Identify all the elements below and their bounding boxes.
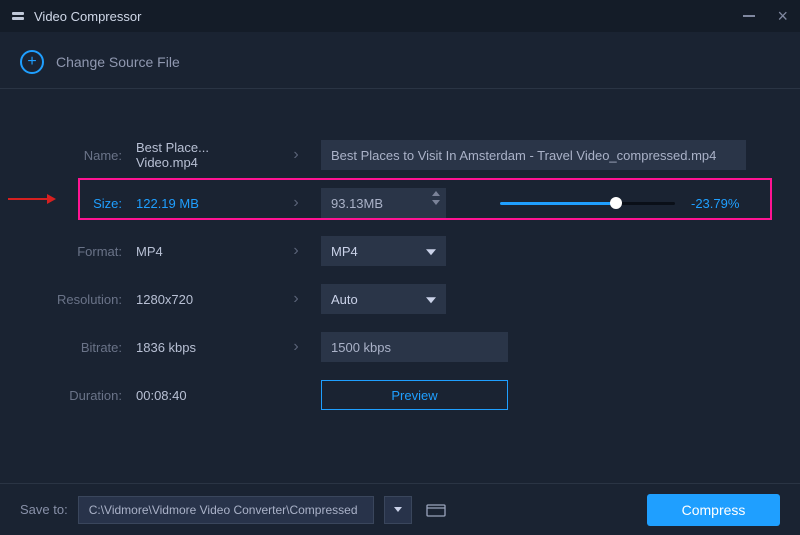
row-duration: Duration: 00:08:40 › Preview <box>30 373 770 417</box>
chevron-right-icon: › <box>285 290 307 308</box>
slider-fill <box>500 202 616 205</box>
compress-button[interactable]: Compress <box>647 494 780 526</box>
saveto-path[interactable]: C:\Vidmore\Vidmore Video Converter\Compr… <box>78 496 374 524</box>
close-button[interactable]: × <box>777 7 788 25</box>
stepper-up-icon[interactable] <box>432 191 440 196</box>
size-stepper[interactable] <box>321 188 446 218</box>
footer: Save to: C:\Vidmore\Vidmore Video Conver… <box>0 483 800 535</box>
titlebar-left: Video Compressor <box>12 9 141 24</box>
stepper-down-icon[interactable] <box>432 200 440 205</box>
row-name: Name: Best Place... Video.mp4 › <box>30 133 770 177</box>
resolution-selected[interactable]: Auto <box>321 284 446 314</box>
row-resolution: Resolution: 1280x720 › Auto <box>30 277 770 321</box>
size-target-input[interactable] <box>321 188 446 218</box>
minimize-button[interactable] <box>743 15 755 17</box>
name-source-value: Best Place... Video.mp4 <box>136 140 271 170</box>
saveto-dropdown-button[interactable] <box>384 496 412 524</box>
annotation-arrow-icon <box>8 195 56 203</box>
chevron-right-icon: › <box>285 338 307 356</box>
row-bitrate: Bitrate: 1836 kbps › <box>30 325 770 369</box>
resolution-label: Resolution: <box>30 292 122 307</box>
format-source-value: MP4 <box>136 244 271 259</box>
change-source-row[interactable]: + Change Source File <box>0 32 800 89</box>
chevron-right-icon: › <box>285 242 307 260</box>
preview-button[interactable]: Preview <box>321 380 508 410</box>
row-format: Format: MP4 › MP4 <box>30 229 770 273</box>
chevron-right-icon: › <box>285 194 307 212</box>
bitrate-target-input[interactable] <box>321 332 508 362</box>
format-label: Format: <box>30 244 122 259</box>
name-label: Name: <box>30 148 122 163</box>
bitrate-label: Bitrate: <box>30 340 122 355</box>
row-size: Size: 122.19 MB › -23.79% <box>30 181 770 225</box>
app-icon <box>12 9 26 23</box>
change-source-label: Change Source File <box>56 54 180 70</box>
size-source-value: 122.19 MB <box>136 196 271 211</box>
bitrate-source-value: 1836 kbps <box>136 340 271 355</box>
chevron-right-icon: › <box>285 146 307 164</box>
content-area: Name: Best Place... Video.mp4 › Size: 12… <box>0 89 800 417</box>
size-slider-zone: -23.79% <box>500 196 739 211</box>
saveto-label: Save to: <box>20 502 68 517</box>
format-select[interactable]: MP4 <box>321 236 446 266</box>
duration-label: Duration: <box>30 388 122 403</box>
duration-value: 00:08:40 <box>136 388 271 403</box>
open-folder-button[interactable] <box>422 500 450 520</box>
window-controls: × <box>743 7 788 25</box>
titlebar: Video Compressor × <box>0 0 800 32</box>
size-percent: -23.79% <box>691 196 739 211</box>
resolution-source-value: 1280x720 <box>136 292 271 307</box>
folder-icon <box>426 503 446 517</box>
window-title: Video Compressor <box>34 9 141 24</box>
chevron-down-icon <box>394 507 402 512</box>
resolution-select[interactable]: Auto <box>321 284 446 314</box>
format-selected[interactable]: MP4 <box>321 236 446 266</box>
stepper-arrows <box>432 191 440 205</box>
size-slider[interactable] <box>500 202 675 205</box>
plus-circle-icon: + <box>20 50 44 74</box>
name-output-input[interactable] <box>321 140 746 170</box>
slider-thumb[interactable] <box>610 197 622 209</box>
